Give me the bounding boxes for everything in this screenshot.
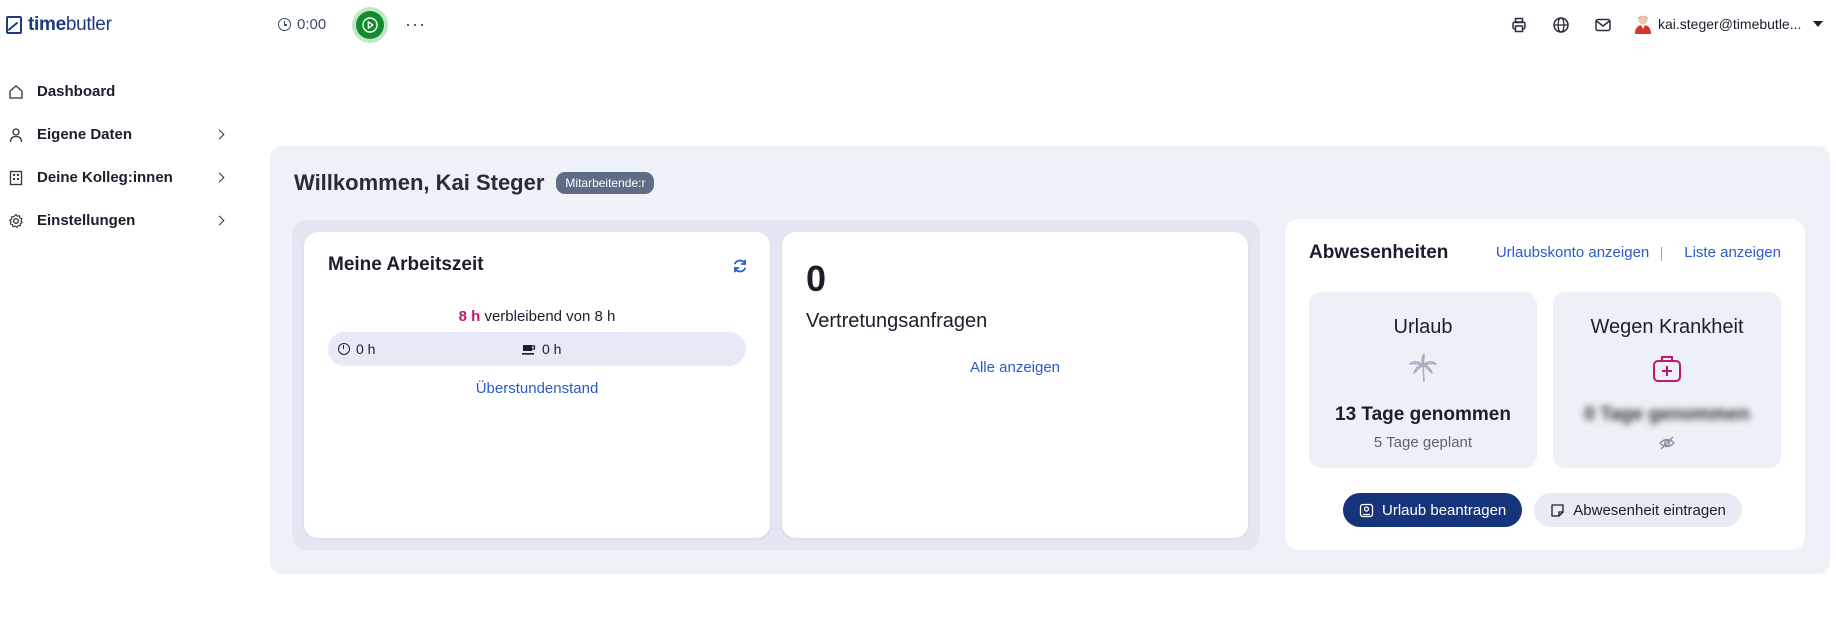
overtime-link[interactable]: Überstundenstand [476,380,599,397]
sidebar-item-label: Eigene Daten [37,126,133,143]
clock-icon [278,18,291,31]
vacation-request-icon [1359,503,1374,517]
absences-card: Abwesenheiten Urlaubskonto anzeigen List… [1285,219,1805,550]
user-email: kai.steger@timebutle... [1658,16,1802,32]
time-tracker: 0:00 [278,16,326,33]
show-all-link[interactable]: Alle anzeigen [970,359,1060,376]
vacation-planned: 5 Tage geplant [1373,434,1473,451]
medical-kit-icon [1653,356,1681,382]
globe-icon[interactable] [1552,16,1570,34]
home-icon [9,84,23,99]
absences-links: Urlaubskonto anzeigen Liste anzeigen [1496,243,1781,261]
brand-name: timebutler [28,14,112,35]
app-logo[interactable]: timebutler [6,14,112,36]
vacation-account-link[interactable]: Urlaubskonto anzeigen [1496,244,1649,261]
user-icon [9,127,23,142]
worktime-card: Meine Arbeitszeit 8 h verbleibend von 8 … [304,232,770,538]
request-vacation-button[interactable]: Urlaub beantragen [1343,493,1523,527]
play-icon [362,17,378,33]
note-icon [1551,503,1564,517]
remaining-value: 8 h [458,308,481,325]
start-timer-button[interactable] [352,7,388,43]
vacation-taken: 13 Tage genommen [1335,404,1511,425]
chevron-down-icon [1813,21,1824,27]
eye-off-icon[interactable] [1658,434,1676,452]
mail-icon[interactable] [1594,16,1612,34]
sidebar-item-kollegen[interactable]: Deine Kolleg:innen [0,156,240,199]
sidebar-item-dashboard[interactable]: Dashboard [0,70,240,113]
vacation-box: Urlaub 13 Tage genommen 5 Tage geplant [1309,292,1537,468]
avatar [1635,15,1651,34]
logo-icon [6,16,22,34]
sickness-box: Wegen Krankheit 0 Tage genommen [1553,292,1781,468]
gear-icon [9,213,23,228]
sidebar-item-einstellungen[interactable]: Einstellungen [0,199,240,242]
worktime-title: Meine Arbeitszeit [328,254,484,275]
substitution-card: 0 Vertretungsanfragen Alle anzeigen [782,232,1248,538]
absence-actions: Urlaub beantragen Abwesenheit eintragen [1343,493,1742,527]
substitution-label: Vertretungsanfragen [806,310,988,332]
sidebar-item-label: Deine Kolleg:innen [37,169,173,186]
welcome-header: Willkommen, Kai Steger Mitarbeitende:r [294,170,655,196]
divider [1661,247,1663,261]
sidebar-item-label: Dashboard [37,83,116,100]
substitution-count: 0 [806,258,827,299]
chevron-right-icon [214,215,225,226]
sidebar-item-label: Einstellungen [37,212,136,229]
sidebar-item-eigene-daten[interactable]: Eigene Daten [0,113,240,156]
time-summary: 0 h 0 h [328,332,746,366]
chevron-right-icon [214,129,225,140]
user-menu[interactable]: kai.steger@timebutle... [1634,14,1824,34]
coffee-cup-icon [522,344,536,355]
vacation-title: Urlaub [1393,316,1453,338]
absences-title: Abwesenheiten [1309,242,1449,263]
worked-hours: 0 h [356,341,376,357]
remaining-text: verbleibend von 8 h [480,308,616,325]
page-title: Willkommen, Kai Steger [294,170,545,195]
sidebar: Dashboard Eigene Daten Deine Kolleg:inne… [0,70,240,242]
refresh-icon[interactable] [732,258,748,274]
printer-icon[interactable] [1510,16,1528,34]
enter-absence-label: Abwesenheit eintragen [1573,501,1726,519]
building-icon [9,170,23,185]
sickness-title: Wegen Krankheit [1590,316,1744,338]
clock-icon [338,343,350,355]
more-options-button[interactable]: ··· [405,14,426,35]
role-badge: Mitarbeitende:r [556,172,655,194]
chevron-right-icon [214,172,225,183]
work-widgets: Meine Arbeitszeit 8 h verbleibend von 8 … [292,220,1260,550]
break-hours: 0 h [542,341,562,357]
request-vacation-label: Urlaub beantragen [1382,501,1507,519]
timer-value: 0:00 [297,16,327,33]
sickness-taken: 0 Tage genommen [1584,404,1750,425]
remaining-time: 8 h verbleibend von 8 h [304,308,770,325]
enter-absence-button[interactable]: Abwesenheit eintragen [1534,493,1742,527]
list-link[interactable]: Liste anzeigen [1684,244,1781,261]
palm-tree-icon [1409,353,1437,383]
